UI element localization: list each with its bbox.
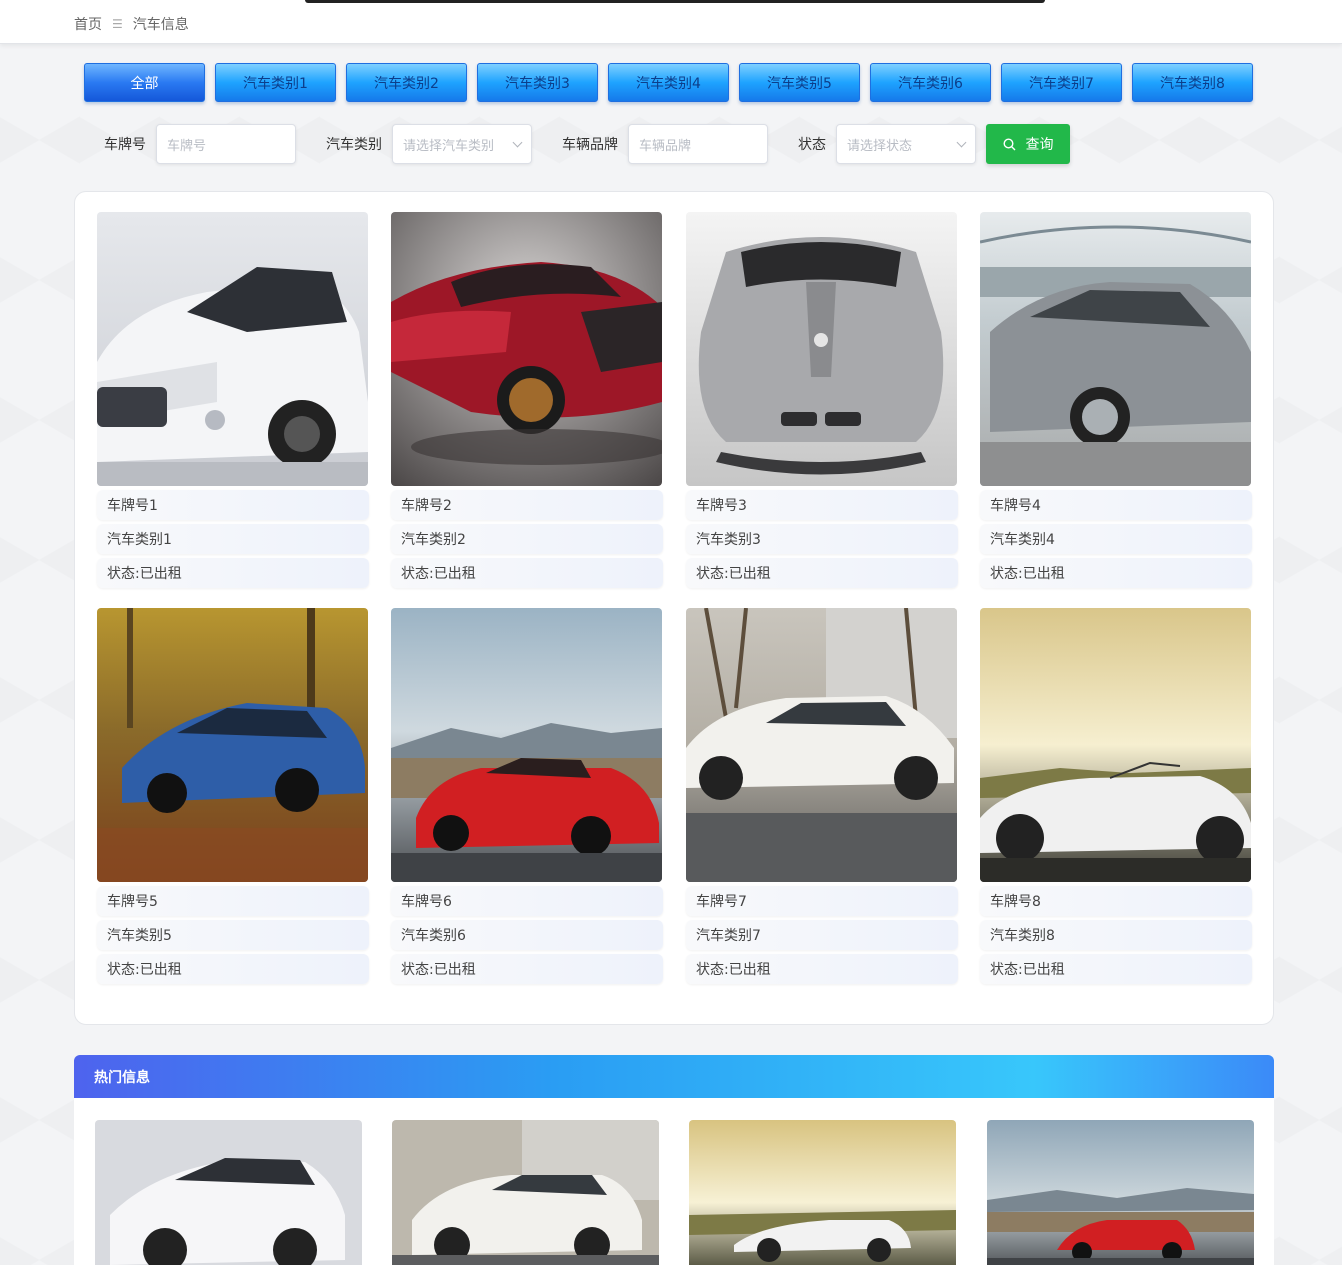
category-tab-1[interactable]: 汽车类别1 [215,63,336,102]
hot-section-header: 热门信息 [74,1055,1274,1098]
car-plate: 车牌号6 [391,886,663,916]
car-type: 汽车类别7 [686,920,958,950]
chevron-down-icon [956,137,967,147]
car-plate: 车牌号2 [391,490,663,520]
car-image[interactable] [980,212,1251,486]
hot-car-image[interactable] [95,1120,362,1265]
car-image[interactable] [391,212,662,486]
car-plate: 车牌号3 [686,490,958,520]
hot-car-image[interactable] [987,1120,1254,1265]
car-card[interactable]: 车牌号1 汽车类别1 状态:已出租 [97,212,369,588]
status-placeholder: 请选择状态 [847,138,913,154]
car-status: 状态:已出租 [686,954,958,984]
car-card[interactable]: 车牌号6 汽车类别6 状态:已出租 [391,608,663,984]
breadcrumb-current: 汽车信息 [132,17,189,33]
car-status: 状态:已出租 [391,558,663,588]
category-tab-4[interactable]: 汽车类别4 [608,63,729,102]
hot-car-image[interactable] [392,1120,659,1265]
car-plate: 车牌号7 [686,886,958,916]
hot-car-image[interactable] [689,1120,956,1265]
search-button[interactable]: 查询 [986,124,1070,164]
car-status: 状态:已出租 [980,954,1252,984]
car-type: 汽车类别2 [391,524,663,554]
breadcrumb: 首页 ☰ 汽车信息 [74,14,189,34]
category-tabs: 全部 汽车类别1 汽车类别2 汽车类别3 汽车类别4 汽车类别5 汽车类别6 汽… [84,63,1253,102]
hot-section [74,1098,1274,1265]
brand-placeholder: 车辆品牌 [639,138,692,154]
car-image[interactable] [97,608,368,882]
category-tab-all[interactable]: 全部 [84,63,205,102]
car-image[interactable] [97,212,368,486]
car-status: 状态:已出租 [97,558,369,588]
brand-input[interactable]: 车辆品牌 [628,124,768,164]
car-status: 状态:已出租 [686,558,958,588]
plate-label: 车牌号 [104,137,146,153]
car-type: 汽车类别1 [97,524,369,554]
top-edge-decoration [305,0,1045,3]
breadcrumb-home[interactable]: 首页 [74,14,102,34]
car-type: 汽车类别5 [97,920,369,950]
car-plate: 车牌号4 [980,490,1252,520]
category-tab-5[interactable]: 汽车类别5 [739,63,860,102]
category-tab-3[interactable]: 汽车类别3 [477,63,598,102]
car-status: 状态:已出租 [391,954,663,984]
car-status: 状态:已出租 [980,558,1252,588]
category-tab-8[interactable]: 汽车类别8 [1132,63,1253,102]
car-card[interactable]: 车牌号4 汽车类别4 状态:已出租 [980,212,1252,588]
chevron-down-icon [512,137,523,147]
brand-label: 车辆品牌 [562,137,618,153]
filter-bar: 车牌号 车牌号 汽车类别 请选择汽车类别 车辆品牌 车辆品牌 状态 请选择状态 … [104,124,1070,164]
type-select[interactable]: 请选择汽车类别 [392,124,532,164]
car-image[interactable] [686,608,957,882]
car-card[interactable]: 车牌号3 汽车类别3 状态:已出租 [686,212,958,588]
hot-section-title: 热门信息 [94,1069,150,1086]
car-type: 汽车类别3 [686,524,958,554]
car-card[interactable]: 车牌号2 汽车类别2 状态:已出租 [391,212,663,588]
status-select[interactable]: 请选择状态 [836,124,976,164]
category-tab-2[interactable]: 汽车类别2 [346,63,467,102]
car-plate: 车牌号5 [97,886,369,916]
car-type: 汽车类别6 [391,920,663,950]
search-icon [1002,137,1015,150]
car-status: 状态:已出租 [97,954,369,984]
car-image[interactable] [686,212,957,486]
car-image[interactable] [391,608,662,882]
category-tab-7[interactable]: 汽车类别7 [1001,63,1122,102]
type-label: 汽车类别 [326,137,382,153]
plate-input[interactable]: 车牌号 [156,124,296,164]
car-type: 汽车类别8 [980,920,1252,950]
status-label: 状态 [798,137,826,153]
car-list-panel: 车牌号1 汽车类别1 状态:已出租 车牌号2 汽车类别2 状态:已出租 车牌号3… [74,191,1274,1025]
top-bar: 首页 ☰ 汽车信息 [0,0,1342,44]
car-image[interactable] [980,608,1251,882]
car-plate: 车牌号8 [980,886,1252,916]
car-card[interactable]: 车牌号7 汽车类别7 状态:已出租 [686,608,958,984]
breadcrumb-separator-icon: ☰ [112,17,123,31]
search-button-label: 查询 [1025,137,1054,153]
car-card[interactable]: 车牌号5 汽车类别5 状态:已出租 [97,608,369,984]
type-placeholder: 请选择汽车类别 [403,138,495,154]
category-tab-6[interactable]: 汽车类别6 [870,63,991,102]
car-type: 汽车类别4 [980,524,1252,554]
plate-placeholder: 车牌号 [167,138,207,154]
car-plate: 车牌号1 [97,490,369,520]
car-card[interactable]: 车牌号8 汽车类别8 状态:已出租 [980,608,1252,984]
